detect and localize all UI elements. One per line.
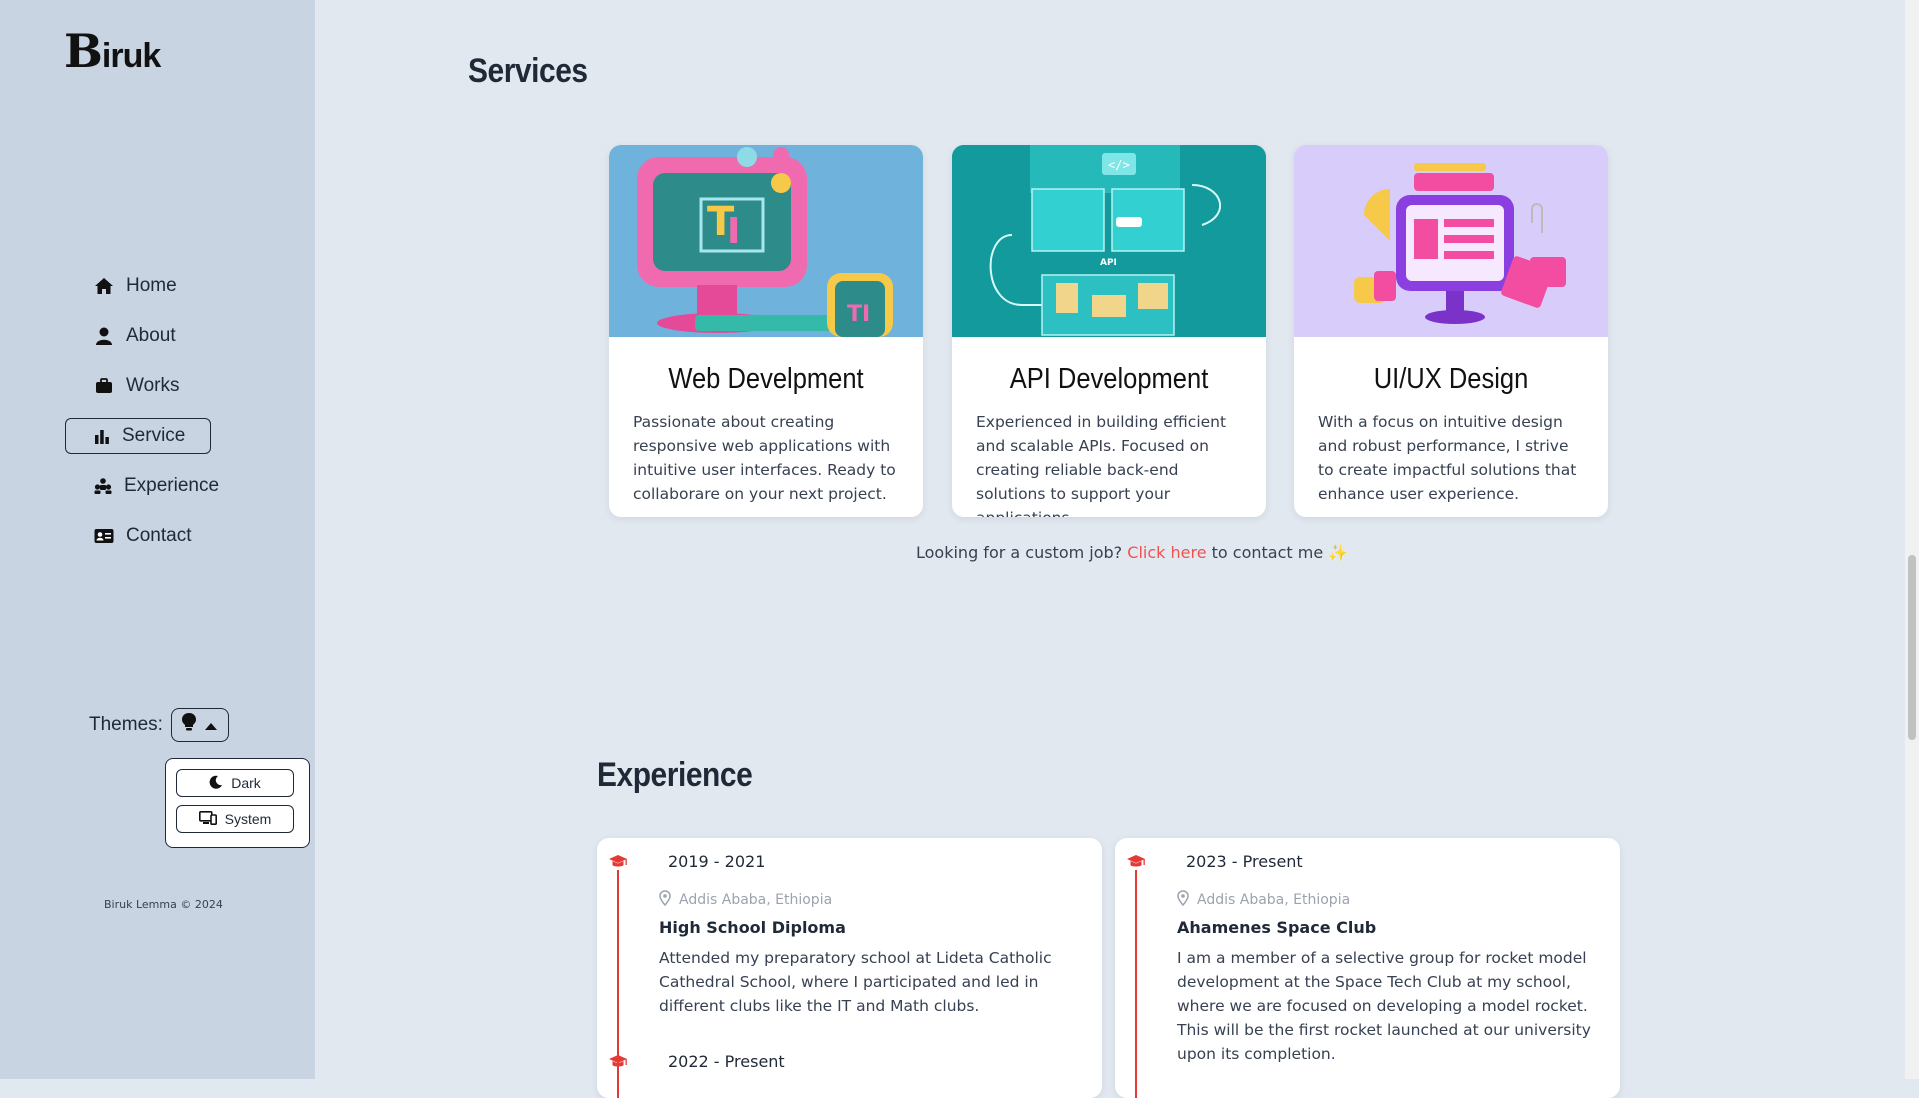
api-development-illustration: </> API [952,145,1266,337]
logo-text: iruk [101,37,161,75]
svg-text:I: I [727,211,740,252]
user-icon [94,326,114,346]
sidebar: Biruk Home About Works Service Experienc… [0,0,315,1079]
nav-label: Home [126,275,177,296]
lightbulb-icon [182,713,197,737]
nav-item-about[interactable]: About [65,318,211,354]
home-icon [94,276,114,296]
timeline-line [1135,870,1137,1098]
experience-location: Addis Ababa, Ethiopia [659,890,832,910]
theme-option-dark[interactable]: Dark [176,769,294,797]
experience-date: 2022 - Present [668,1052,785,1071]
custom-job-cta: Looking for a custom job? Click here to … [916,543,1348,562]
experience-description: Attended my preparatory school at Lideta… [659,949,1052,1015]
service-card-uiux: UI/UX Design With a focus on intuitive d… [1294,145,1608,517]
theme-toggle-button[interactable] [170,708,229,742]
logo[interactable]: Biruk [64,24,161,78]
service-title: API Development [1009,363,1209,395]
location-text: Addis Ababa, Ethiopia [1197,892,1351,908]
id-card-icon [94,526,114,546]
nav-item-works[interactable]: Works [65,368,211,404]
page-scrollbar[interactable] [1905,0,1919,1079]
service-card-web: T I TI Web Develpment Passionate about c… [609,145,923,517]
bar-chart-icon [94,426,110,446]
service-title: UI/UX Design [1373,363,1529,395]
service-title: Web Develpment [668,363,864,395]
location-text: Addis Ababa, Ethiopia [679,892,833,908]
copyright: Biruk Lemma © 2024 [104,898,223,911]
nav-item-contact[interactable]: Contact [65,518,211,554]
map-pin-icon [1177,890,1189,910]
theme-option-label: System [224,811,272,827]
experience-description: I am a member of a selective group for r… [1177,949,1591,1063]
moon-icon [209,775,223,792]
nav-label: Contact [126,525,192,546]
themes-label: Themes: [89,714,163,735]
graduation-cap-icon [608,854,628,870]
nav-label: Service [122,425,186,446]
sitemap-icon [94,476,112,496]
theme-switcher: Themes: [89,708,229,742]
experience-heading: Ahamenes Space Club [1177,918,1377,937]
map-pin-icon [659,890,671,910]
service-card-api: </> API API Development Experienced in b… [952,145,1266,517]
theme-menu: Dark System [165,758,310,848]
service-description: Passionate about creating responsive web… [633,413,896,503]
nav-item-experience[interactable]: Experience [65,468,219,504]
briefcase-icon [94,376,114,396]
scrollbar-thumb[interactable] [1908,555,1916,740]
services-title: Services [468,52,588,90]
sidebar-nav: Home About Works Service Experience Cont… [65,268,219,568]
chevron-up-icon [205,714,218,736]
experience-location: Addis Ababa, Ethiopia [1177,890,1350,910]
nav-label: Experience [124,475,220,496]
nav-label: About [126,325,176,346]
theme-option-system[interactable]: System [176,805,294,833]
custom-job-prefix: Looking for a custom job? [916,543,1123,562]
svg-text:</>: </> [1108,158,1130,172]
theme-option-label: Dark [231,775,261,791]
nav-item-service[interactable]: Service [65,418,211,454]
nav-item-home[interactable]: Home [65,268,211,304]
service-description: Experienced in building efficient and sc… [976,413,1227,517]
web-development-illustration: T I TI [609,145,923,337]
experience-date: 2023 - Present [1186,852,1303,871]
svg-text:TI: TI [847,302,870,327]
api-label: API [1100,258,1117,268]
experience-card: 2019 - 2021 Addis Ababa, Ethiopia High S… [597,838,1102,1098]
experience-title: Experience [597,756,753,794]
experience-card: 2023 - Present Addis Ababa, Ethiopia Aha… [1115,838,1620,1098]
graduation-cap-icon [1126,854,1146,870]
experience-date: 2019 - 2021 [668,852,766,871]
service-description: With a focus on intuitive design and rob… [1318,413,1577,503]
monitor-icon [198,810,217,828]
nav-label: Works [126,375,180,396]
graduation-cap-icon [608,1054,628,1070]
experience-heading: High School Diploma [659,918,846,937]
custom-job-suffix: to contact me ✨ [1211,543,1349,562]
contact-link[interactable]: Click here [1127,543,1206,562]
uiux-design-illustration [1294,145,1608,337]
